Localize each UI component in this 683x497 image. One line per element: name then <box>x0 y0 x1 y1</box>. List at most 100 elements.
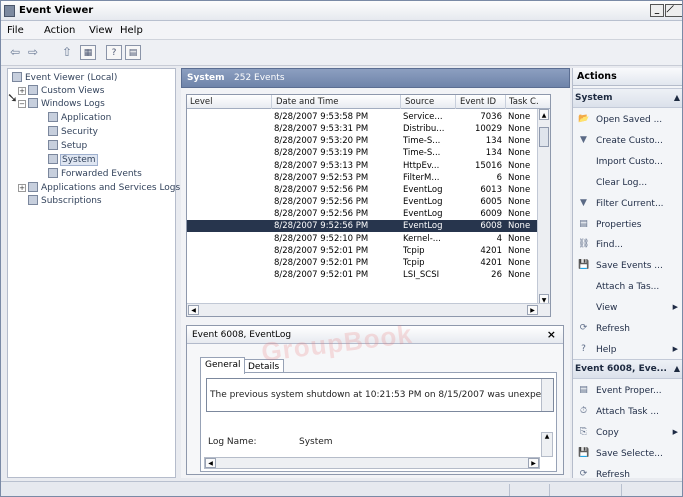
action-refresh[interactable]: ⟳ Refresh <box>573 319 682 340</box>
collapse-arrow-icon[interactable]: ▲ <box>674 364 680 373</box>
scroll-up-icon[interactable]: ▲ <box>539 109 549 120</box>
source-cell: EventLog <box>403 184 443 195</box>
tree-item-forwarded-events[interactable]: Forwarded Events <box>48 168 142 181</box>
action-attach-task[interactable]: Attach a Tas... <box>573 277 682 298</box>
back-arrow-icon[interactable]: ⇦ <box>9 45 21 60</box>
detail-vertical-scrollbar[interactable]: ▲ <box>541 432 553 457</box>
help-icon[interactable]: ? <box>106 45 122 60</box>
table-row[interactable]: iInformation8/28/2007 9:53:58 PMService.… <box>187 111 539 123</box>
column-event-id[interactable]: Event ID <box>460 97 496 107</box>
action-create-custom-view[interactable]: ▼ Create Custo... <box>573 131 682 152</box>
table-row[interactable]: !Error8/28/2007 9:52:56 PMEventLog6008No… <box>187 220 539 233</box>
date-cell: 8/28/2007 9:52:56 PM <box>274 197 369 208</box>
scroll-right-icon[interactable]: ▶ <box>527 305 538 315</box>
menu-action[interactable]: Action <box>44 25 75 36</box>
binoculars-icon: ⛓ <box>578 239 590 250</box>
table-row[interactable]: ⚠Warning8/28/2007 9:53:20 PMTime-S...134… <box>187 135 539 147</box>
up-folder-icon[interactable]: ⇧ <box>61 45 73 60</box>
scroll-left-icon[interactable]: ◀ <box>205 458 216 468</box>
tree-item-event-viewer-local[interactable]: Event Viewer (Local) <box>12 72 117 85</box>
minimize-button[interactable]: _ <box>650 4 664 17</box>
table-row[interactable]: !Error8/28/2007 9:53:13 PMHttpEv...15016… <box>187 160 539 172</box>
close-detail-icon[interactable]: × <box>547 328 556 341</box>
event-id-cell: 6008 <box>480 221 502 232</box>
action-filter-current-log[interactable]: ▼ Filter Current... <box>573 194 682 215</box>
expand-icon[interactable]: + <box>18 87 26 95</box>
source-cell: Time-S... <box>403 136 441 147</box>
tree-item-custom-views[interactable]: + Custom Views <box>18 85 104 98</box>
submenu-arrow-icon: ▶ <box>672 344 678 353</box>
event-id-cell: 4201 <box>480 257 502 268</box>
event-message-box[interactable]: The previous system shutdown at 10:21:53… <box>206 378 554 412</box>
action-copy[interactable]: ⎘ Copy ▶ <box>573 423 682 444</box>
action-open-saved-log[interactable]: 📂 Open Saved ... <box>573 110 682 131</box>
table-row[interactable]: iInformation8/28/2007 9:52:01 PMTcpip420… <box>187 245 539 257</box>
table-row[interactable]: ⚠Warning8/28/2007 9:52:01 PMLSI_SCSI26No… <box>187 269 539 281</box>
events-vertical-scrollbar[interactable]: ▲ ▼ <box>537 109 550 305</box>
task-category-cell: None <box>508 233 531 244</box>
task-category-cell: None <box>508 136 531 147</box>
message-scrollbar[interactable] <box>541 379 553 411</box>
forward-arrow-icon[interactable]: ⇨ <box>27 45 39 60</box>
actions-section-system[interactable]: System ▲ <box>573 88 682 108</box>
column-source[interactable]: Source <box>405 97 434 107</box>
column-date-and-time[interactable]: Date and Time <box>276 97 339 107</box>
column-level[interactable]: Level <box>190 97 212 107</box>
table-row[interactable]: iInformation8/28/2007 9:52:56 PMEventLog… <box>187 196 539 208</box>
table-row[interactable]: iInformation8/28/2007 9:52:56 PMEventLog… <box>187 184 539 196</box>
source-cell: HttpEv... <box>403 160 440 171</box>
action-help[interactable]: ? Help ▶ <box>573 340 682 361</box>
tree-item-application[interactable]: Application <box>48 112 111 125</box>
event-detail-pane: Event 6008, EventLog × General Details T… <box>186 325 564 475</box>
action-import-custom-view[interactable]: Import Custo... <box>573 152 682 173</box>
scroll-right-icon[interactable]: ▶ <box>528 458 539 468</box>
event-id-cell: 6 <box>496 172 502 183</box>
table-row[interactable]: iInformation8/28/2007 9:52:10 PMKernel-.… <box>187 233 539 245</box>
source-cell: FilterM... <box>403 172 440 183</box>
scroll-thumb[interactable] <box>539 127 549 147</box>
action-attach-task-to-event[interactable]: ⏱ Attach Task ... <box>573 402 682 423</box>
folder-open-icon: 📂 <box>578 114 590 124</box>
action-event-properties[interactable]: ▤ Event Proper... <box>573 381 682 402</box>
action-save-selected-events[interactable]: 💾 Save Selecte... <box>573 444 682 465</box>
detail-horizontal-scrollbar[interactable]: ◀ ▶ <box>204 457 540 469</box>
show-hide-action-pane-icon[interactable]: ▤ <box>125 45 141 60</box>
collapse-icon[interactable]: − <box>18 100 26 108</box>
log-pane: System 252 Events Level Date and Time So… <box>181 68 570 478</box>
tree-item-setup[interactable]: Setup <box>48 140 87 153</box>
table-row[interactable]: iInformation8/28/2007 9:52:56 PMEventLog… <box>187 208 539 220</box>
tree-item-subscriptions[interactable]: Subscriptions <box>28 195 102 208</box>
action-properties[interactable]: ▤ Properties <box>573 215 682 236</box>
window-title: Event Viewer <box>19 5 94 16</box>
action-save-events[interactable]: 💾 Save Events ... <box>573 256 682 277</box>
menu-help[interactable]: Help <box>120 25 143 36</box>
action-clear-log[interactable]: Clear Log... <box>573 173 682 194</box>
tree-item-windows-logs[interactable]: − Windows Logs <box>18 98 105 111</box>
menu-file[interactable]: File <box>7 25 24 36</box>
date-cell: 8/28/2007 9:52:01 PM <box>274 257 369 268</box>
table-row[interactable]: iInformation8/28/2007 9:52:53 PMFilterM.… <box>187 172 539 184</box>
scroll-left-icon[interactable]: ◀ <box>188 305 199 315</box>
tab-details[interactable]: Details <box>243 359 285 373</box>
folder-icon <box>28 182 38 192</box>
log-icon <box>48 126 58 136</box>
menu-view[interactable]: View <box>89 25 113 36</box>
source-cell: Kernel-... <box>403 233 441 244</box>
column-task-category[interactable]: Task C... <box>509 97 539 107</box>
expand-icon[interactable]: + <box>18 184 26 192</box>
tree-item-security[interactable]: Security <box>48 126 98 139</box>
actions-section-event[interactable]: Event 6008, Eve... ▲ <box>573 359 682 379</box>
table-row[interactable]: iInformation8/28/2007 9:52:01 PMTcpip420… <box>187 257 539 269</box>
table-row[interactable]: iInformation8/28/2007 9:53:31 PMDistribu… <box>187 123 539 135</box>
tab-general[interactable]: General <box>200 357 246 374</box>
action-view[interactable]: View ▶ <box>573 298 682 319</box>
maximize-button[interactable]: ̸ <box>665 4 682 17</box>
tree-item-applications-and-services-logs[interactable]: + Applications and Services Logs <box>18 182 180 195</box>
table-row[interactable]: ⚠Warning8/28/2007 9:53:19 PMTime-S...134… <box>187 147 539 159</box>
action-find[interactable]: ⛓ Find... <box>573 235 682 256</box>
collapse-arrow-icon[interactable]: ▲ <box>674 93 680 102</box>
events-horizontal-scrollbar[interactable]: ◀ ▶ <box>187 303 550 316</box>
show-hide-tree-icon[interactable]: ▦ <box>80 45 96 60</box>
computer-icon <box>12 72 22 82</box>
tree-item-system[interactable]: System <box>48 154 98 167</box>
